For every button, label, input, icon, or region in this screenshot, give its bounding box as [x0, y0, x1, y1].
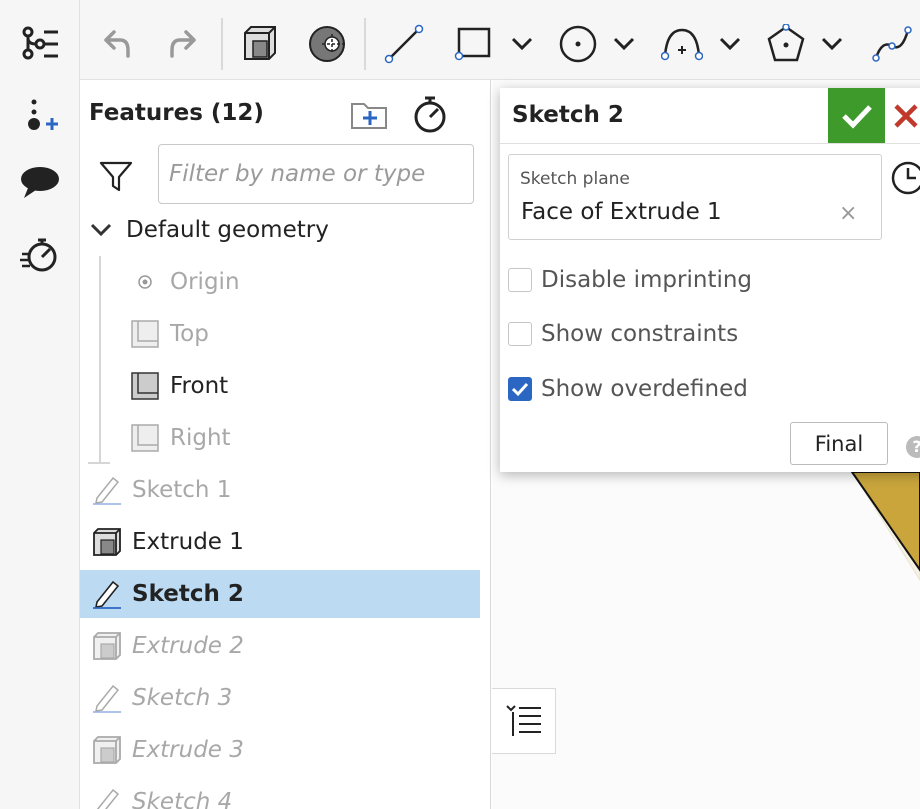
feature-filter-input[interactable] [158, 144, 474, 204]
arc-tool-icon[interactable] [658, 20, 706, 68]
feature-tree-icon[interactable] [18, 22, 62, 66]
circle-dropdown-chevron-down-icon[interactable] [610, 20, 638, 68]
toolbar-separator [221, 18, 223, 70]
disable-imprinting-option[interactable]: Disable imprinting [508, 262, 752, 298]
feature-label: Origin [170, 269, 240, 295]
show-overdefined-option[interactable]: Show overdefined [508, 371, 748, 407]
cancel-button[interactable] [893, 88, 920, 143]
feature-panel-title: Features (12) [89, 100, 264, 126]
checkbox-label: Show constraints [541, 321, 739, 347]
sketch-dialog: Sketch 2 Sketch plane Face of Extrude 1 … [500, 88, 920, 472]
feature-row-sketch-3[interactable]: Sketch 3 [80, 674, 480, 722]
dialog-header: Sketch 2 [500, 88, 920, 144]
add-folder-icon[interactable] [350, 98, 390, 132]
feature-row-origin[interactable]: Origin [80, 258, 480, 306]
left-icon-rail [0, 0, 80, 809]
feature-row-sketch-4[interactable]: Sketch 4 [80, 778, 480, 809]
feature-label: Top [170, 321, 209, 347]
feature-row-front-plane[interactable]: Front [80, 362, 480, 410]
redo-icon[interactable] [164, 20, 204, 68]
checkbox-label: Disable imprinting [541, 267, 753, 293]
origin-icon [128, 265, 162, 299]
extrude-icon [90, 629, 124, 663]
rebuild-timer-icon[interactable] [410, 94, 450, 134]
plane-icon [128, 317, 162, 351]
sketch-pencil-icon [90, 681, 124, 715]
sketch-plane-label: Sketch plane [520, 169, 630, 189]
add-variable-icon[interactable] [18, 94, 62, 138]
list-toggle-icon[interactable] [492, 688, 556, 754]
checkmark-icon [511, 382, 529, 397]
filter-funnel-icon[interactable] [98, 158, 134, 194]
feature-row-top-plane[interactable]: Top [80, 310, 480, 358]
sketch-pencil-icon [90, 473, 124, 507]
extrude-icon [90, 525, 124, 559]
clear-selection-icon[interactable]: × [839, 201, 857, 226]
tree-connector-end [88, 462, 110, 464]
circle-tool-icon[interactable] [554, 20, 602, 68]
feature-label: Extrude 3 [132, 737, 244, 763]
disable-imprinting-checkbox[interactable] [508, 268, 532, 292]
feature-label: Sketch 2 [132, 581, 244, 607]
final-button[interactable]: Final [790, 422, 888, 465]
close-icon [894, 103, 918, 128]
comments-icon[interactable] [18, 160, 62, 204]
undo-icon[interactable] [96, 20, 136, 68]
history-clock-icon[interactable] [890, 160, 920, 196]
polygon-dropdown-chevron-down-icon[interactable] [818, 20, 846, 68]
checkmark-icon [841, 104, 872, 129]
polygon-tool-icon[interactable] [762, 20, 810, 68]
chevron-down-icon[interactable] [84, 213, 118, 247]
show-constraints-checkbox[interactable] [508, 322, 532, 346]
extrude-icon [90, 733, 124, 767]
feature-row-right-plane[interactable]: Right [80, 414, 480, 462]
toolbar-separator [364, 18, 366, 70]
feature-row-extrude-1[interactable]: Extrude 1 [80, 518, 480, 566]
default-geometry-group[interactable]: Default geometry [80, 206, 480, 254]
spline-tool-icon[interactable] [868, 20, 916, 68]
feature-label: Sketch 1 [132, 477, 232, 503]
feature-label: Extrude 1 [132, 529, 244, 555]
help-icon[interactable]: ? [906, 436, 920, 458]
default-geometry-label: Default geometry [126, 217, 329, 243]
feature-row-extrude-3[interactable]: Extrude 3 [80, 726, 480, 774]
sketch-plane-field[interactable]: Sketch plane Face of Extrude 1 × [508, 154, 882, 240]
feature-row-extrude-2[interactable]: Extrude 2 [80, 622, 480, 670]
line-tool-icon[interactable] [380, 20, 428, 68]
accept-button[interactable] [828, 88, 885, 143]
checkbox-label: Show overdefined [541, 376, 748, 402]
show-constraints-option[interactable]: Show constraints [508, 316, 738, 352]
plane-icon [128, 421, 162, 455]
dialog-title: Sketch 2 [512, 102, 624, 128]
feature-label: Sketch 3 [132, 685, 233, 711]
feature-label: Extrude 2 [132, 633, 244, 659]
feature-row-sketch-1[interactable]: Sketch 1 [80, 466, 480, 514]
revolve-tool-icon[interactable] [306, 20, 350, 68]
show-overdefined-checkbox[interactable] [508, 377, 532, 401]
sketch-pencil-icon [90, 785, 124, 809]
feature-row-sketch-2[interactable]: Sketch 2 [80, 570, 480, 618]
rectangle-dropdown-chevron-down-icon[interactable] [508, 20, 536, 68]
arc-dropdown-chevron-down-icon[interactable] [716, 20, 744, 68]
feature-label: Front [170, 373, 229, 399]
extrude-tool-icon[interactable] [238, 20, 282, 68]
feature-label: Right [170, 425, 231, 451]
sketch-pencil-icon [90, 577, 124, 611]
top-toolbar [80, 0, 920, 80]
sketch-plane-value: Face of Extrude 1 [521, 199, 722, 225]
performance-timer-icon[interactable] [18, 232, 62, 276]
plane-icon [128, 369, 162, 403]
feature-list-panel: Features (12) Default geometry Origin To… [80, 80, 491, 809]
rectangle-tool-icon[interactable] [450, 20, 498, 68]
feature-label: Sketch 4 [132, 789, 233, 809]
